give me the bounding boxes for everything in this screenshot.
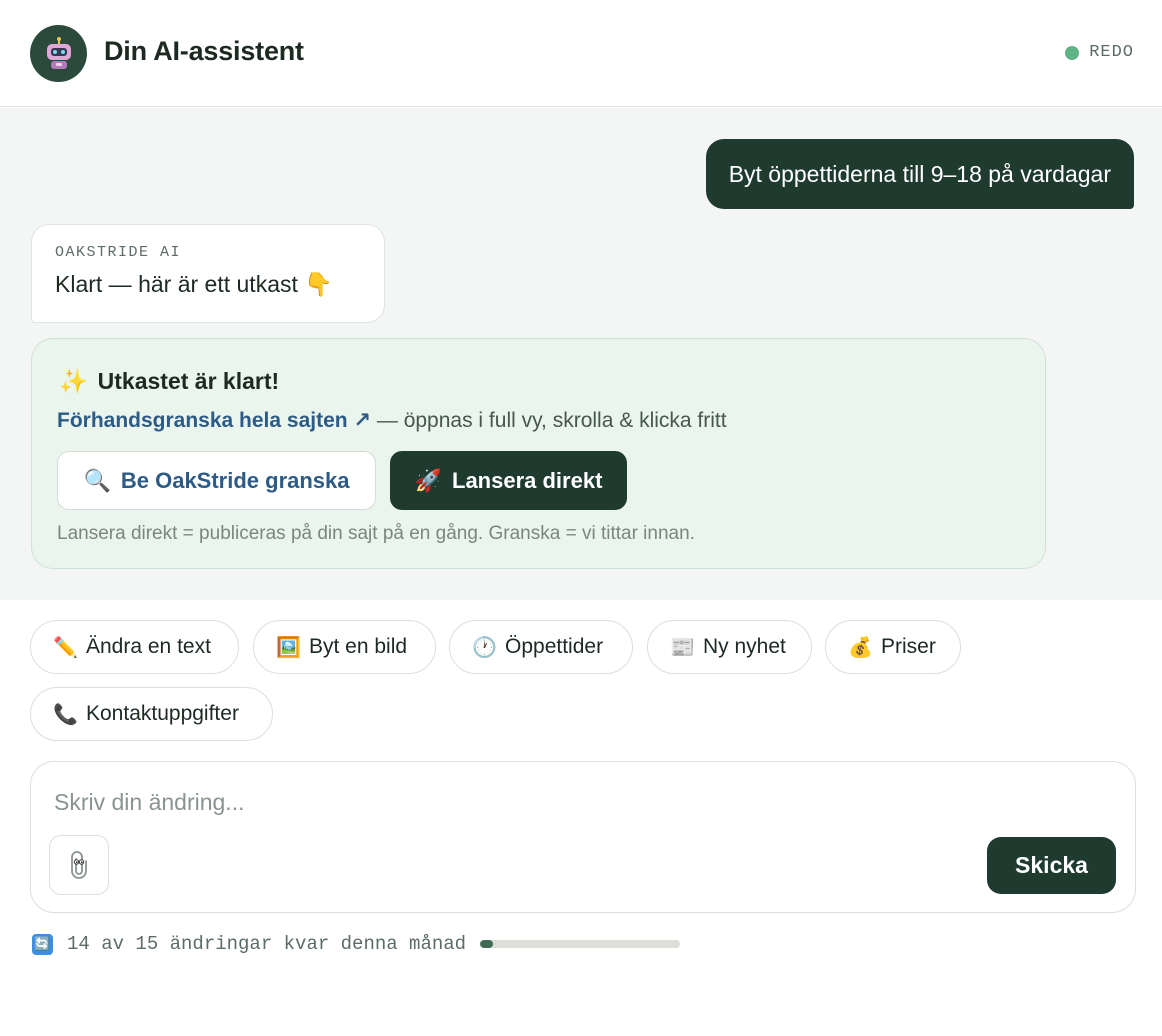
newspaper-icon: 📰 — [670, 636, 695, 659]
preview-site-link[interactable]: Förhandsgranska hela sajten ↗ — [57, 409, 371, 432]
send-button[interactable]: Skicka — [987, 837, 1116, 894]
chip-contact-details[interactable]: 📞 Kontaktuppgifter — [30, 687, 273, 741]
assistant-avatar — [30, 25, 87, 82]
message-input[interactable] — [54, 784, 1104, 820]
message-composer: Skicka — [30, 761, 1136, 913]
chip-change-image[interactable]: 🖼️ Byt en bild — [253, 620, 436, 674]
chip-label: Priser — [881, 635, 936, 658]
usage-progress-track — [480, 940, 681, 948]
rocket-icon: 🚀 — [414, 467, 442, 493]
request-review-button[interactable]: 🔍 Be OakStride granska — [57, 451, 376, 510]
chip-label: Ny nyhet — [703, 635, 786, 658]
ai-message-text: Klart — här är ett utkast 👇 — [55, 271, 333, 297]
chip-opening-hours[interactable]: 🕐 Öppettider — [449, 620, 633, 674]
draft-card: ✨ Utkastet är klart! Förhandsgranska hel… — [31, 338, 1046, 569]
money-bag-icon: 💰 — [848, 636, 873, 659]
attach-button[interactable] — [49, 835, 109, 895]
user-message: Byt öppettiderna till 9–18 på vardagar — [705, 139, 1134, 209]
draft-title-text: Utkastet är klart! — [97, 368, 280, 394]
preview-description: — öppnas i full vy, skrolla & klicka fri… — [371, 409, 727, 432]
chip-new-news[interactable]: 📰 Ny nyhet — [647, 620, 812, 674]
pencil-icon: ✏️ — [53, 636, 78, 659]
header: Din AI-assistent REDO — [0, 0, 1162, 107]
draft-title: ✨ Utkastet är klart! — [59, 368, 279, 395]
draft-help-text: Lansera direkt = publiceras på din sajt … — [57, 523, 695, 544]
chip-label: Öppettider — [505, 635, 604, 658]
magnifier-icon: 🔍 — [83, 467, 111, 493]
picture-icon: 🖼️ — [276, 636, 301, 659]
preview-line: Förhandsgranska hela sajten ↗ — öppnas i… — [57, 408, 727, 433]
status-indicator: REDO — [1065, 43, 1134, 62]
launch-now-label: Lansera direkt — [452, 467, 603, 493]
chip-label: Kontaktuppgifter — [86, 702, 239, 725]
ai-sender-label: OAKSTRIDE AI — [55, 244, 182, 261]
chip-label: Byt en bild — [309, 635, 408, 658]
usage-meter: 🔄 14 av 15 ändringar kvar denna månad — [32, 933, 681, 955]
robot-icon — [46, 36, 71, 69]
paperclip-icon — [71, 851, 87, 879]
usage-text: 14 av 15 ändringar kvar denna månad — [67, 933, 467, 955]
chip-label: Ändra en text — [86, 635, 211, 658]
status-text: REDO — [1089, 43, 1134, 62]
status-dot-icon — [1065, 45, 1080, 60]
usage-progress-fill — [480, 940, 494, 948]
refresh-icon: 🔄 — [32, 933, 53, 955]
page-title: Din AI-assistent — [104, 36, 304, 66]
sparkles-icon: ✨ — [59, 368, 88, 394]
phone-icon: 📞 — [53, 703, 78, 726]
chip-prices[interactable]: 💰 Priser — [825, 620, 961, 674]
clock-icon: 🕐 — [472, 636, 497, 659]
chat-area: Byt öppettiderna till 9–18 på vardagar O… — [0, 108, 1162, 600]
launch-now-button[interactable]: 🚀 Lansera direkt — [390, 451, 627, 510]
request-review-label: Be OakStride granska — [120, 467, 350, 493]
chip-edit-text[interactable]: ✏️ Ändra en text — [30, 620, 239, 674]
ai-message: OAKSTRIDE AI Klart — här är ett utkast 👇 — [31, 224, 385, 323]
